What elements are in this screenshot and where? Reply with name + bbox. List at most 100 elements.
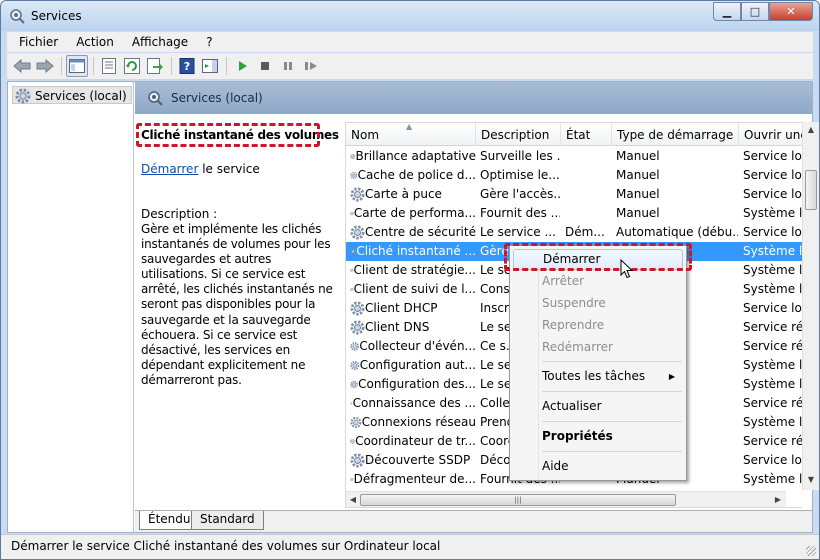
menu-fichier[interactable]: Fichier bbox=[13, 35, 64, 49]
export-list-button[interactable] bbox=[144, 55, 166, 77]
gear-icon bbox=[350, 342, 360, 351]
cell-description: Optimise le... bbox=[480, 168, 560, 182]
menu-item-reprendre[interactable]: Reprendre bbox=[513, 315, 683, 336]
gear-icon bbox=[350, 453, 365, 468]
table-row[interactable]: Carte de performa... Fournit des ... Manue… bbox=[346, 204, 802, 223]
vertical-scrollbar[interactable]: ▲ ▼ bbox=[802, 122, 819, 490]
horizontal-scrollbar[interactable]: ◀ ||| ▶ bbox=[346, 491, 786, 507]
show-pane-button[interactable] bbox=[199, 55, 221, 77]
cell-startup-type: Manuel bbox=[616, 168, 660, 182]
cell-service-name: Configuration des... bbox=[350, 375, 476, 394]
service-name-text: Connexions réseau bbox=[361, 415, 476, 429]
cell-state bbox=[565, 185, 611, 204]
stop-service-button[interactable] bbox=[254, 55, 276, 77]
menu-item-arreter[interactable]: Arrêter bbox=[513, 271, 683, 292]
menu-item-demarrer[interactable]: Démarrer bbox=[513, 249, 683, 270]
toolbar-separator bbox=[171, 57, 172, 75]
refresh-toolbar-button[interactable] bbox=[121, 55, 143, 77]
resize-grip[interactable] bbox=[806, 546, 816, 556]
menu-item-proprietes[interactable]: Propriétés bbox=[513, 426, 683, 447]
menu-action[interactable]: Action bbox=[70, 35, 120, 49]
properties-sheet-icon bbox=[102, 58, 116, 74]
scroll-down-icon[interactable]: ▼ bbox=[805, 474, 817, 486]
service-name-text: Client DHCP bbox=[365, 301, 438, 315]
menu-item-toutes-les-taches[interactable]: Toutes les tâches ▶ bbox=[513, 366, 683, 387]
cell-logon-as: Service réseau bbox=[743, 434, 802, 448]
title-bar[interactable]: Services ▁ □ ✕ bbox=[1, 1, 819, 31]
menu-help[interactable]: ? bbox=[200, 35, 218, 49]
table-row[interactable]: Cache de police d... Optimise le... Manuel… bbox=[346, 166, 802, 185]
start-service-link[interactable]: Démarrer bbox=[141, 162, 198, 176]
menu-item-redemarrer[interactable]: Redémarrer bbox=[513, 337, 683, 358]
menu-item-aide[interactable]: Aide bbox=[513, 456, 683, 477]
help-toolbar-button[interactable]: ? bbox=[176, 55, 198, 77]
cell-service-name: Client de suivi de l... bbox=[350, 280, 476, 299]
gear-icon bbox=[350, 320, 365, 335]
column-description[interactable]: Description bbox=[476, 123, 561, 146]
description-text: Gère et implémente les clichés instantan… bbox=[141, 222, 333, 387]
window-controls: ▁ □ ✕ bbox=[713, 2, 813, 22]
column-logon-as[interactable]: Ouvrir une session en tant que bbox=[739, 123, 802, 146]
minimize-button[interactable]: ▁ bbox=[713, 2, 741, 21]
scroll-left-icon[interactable]: ◀ bbox=[347, 494, 359, 506]
service-name-text: Cliché instantané ... bbox=[356, 244, 476, 258]
cell-service-name: Cache de police d... bbox=[350, 166, 476, 185]
service-name-text: Brillance adaptative bbox=[355, 149, 476, 163]
tree-item-services-local[interactable]: Services (local) bbox=[12, 86, 132, 104]
scroll-right-icon[interactable]: ▶ bbox=[772, 494, 784, 506]
gear-icon bbox=[350, 225, 365, 240]
back-button[interactable] bbox=[11, 55, 33, 77]
service-name-text: Cache de police d... bbox=[357, 168, 476, 182]
cell-logon-as: Service réseau bbox=[743, 396, 802, 410]
cell-logon-as: Service local bbox=[743, 149, 802, 163]
window-title: Services bbox=[31, 9, 82, 23]
table-row[interactable]: Brillance adaptative Surveille les ... Man… bbox=[346, 147, 802, 166]
service-name-text: Centre de sécurité bbox=[365, 225, 476, 239]
service-name-text: Découverte SSDP bbox=[365, 453, 471, 467]
cell-state bbox=[565, 166, 611, 185]
menu-item-label: Toutes les tâches bbox=[542, 369, 646, 383]
cell-logon-as: Système local bbox=[743, 263, 802, 277]
toolbar-separator bbox=[93, 57, 94, 75]
horizontal-scroll-thumb[interactable]: ||| bbox=[360, 494, 676, 506]
table-row[interactable]: Carte à puce Gère l'accès... Manuel Service… bbox=[346, 185, 802, 204]
cell-description: Le service ... bbox=[480, 225, 556, 239]
help-book-icon: ? bbox=[179, 58, 195, 74]
maximize-button[interactable]: □ bbox=[741, 2, 769, 21]
menu-separator bbox=[542, 421, 682, 422]
column-state[interactable]: État bbox=[561, 123, 612, 146]
service-name-text: Connaissance des ... bbox=[352, 396, 476, 410]
gear-icon bbox=[350, 380, 358, 389]
close-button[interactable]: ✕ bbox=[769, 2, 813, 21]
menu-affichage[interactable]: Affichage bbox=[126, 35, 194, 49]
cell-logon-as: Système local bbox=[743, 472, 802, 486]
tab-standard[interactable]: Standard bbox=[191, 511, 264, 530]
cell-logon-as: Système local bbox=[743, 206, 802, 220]
refresh-icon bbox=[124, 58, 140, 74]
cell-service-name: Cliché instantané ... bbox=[350, 242, 476, 261]
column-startup-type[interactable]: Type de démarrage bbox=[612, 123, 739, 146]
stop-icon bbox=[261, 62, 269, 70]
console-tree-button[interactable] bbox=[66, 55, 88, 77]
cell-logon-as: Système local bbox=[743, 244, 802, 258]
restart-service-button[interactable] bbox=[300, 55, 322, 77]
play-icon bbox=[239, 61, 247, 71]
service-name-text: Client DNS bbox=[365, 320, 430, 334]
services-app-icon bbox=[10, 9, 25, 24]
table-row[interactable]: Centre de sécurité Le service ... Dém... Au… bbox=[346, 223, 802, 242]
forward-button[interactable] bbox=[34, 55, 56, 77]
scroll-up-icon[interactable]: ▲ bbox=[805, 124, 817, 136]
vertical-scroll-thumb[interactable] bbox=[805, 170, 817, 210]
cell-logon-as: Service réseau bbox=[743, 320, 802, 334]
menu-item-actualiser[interactable]: Actualiser bbox=[513, 396, 683, 417]
properties-toolbar-button[interactable] bbox=[98, 55, 120, 77]
start-service-button[interactable] bbox=[231, 55, 253, 77]
cell-logon-as: Service local bbox=[743, 168, 802, 182]
extended-description-pane: Cliché instantané des volumes Démarrer l… bbox=[135, 114, 345, 508]
pause-icon bbox=[284, 62, 292, 70]
pause-service-button[interactable] bbox=[277, 55, 299, 77]
cell-service-name: Carte à puce bbox=[350, 185, 476, 204]
menu-item-suspendre[interactable]: Suspendre bbox=[513, 293, 683, 314]
column-name[interactable]: ▲ Nom bbox=[346, 123, 476, 146]
menu-separator bbox=[542, 391, 682, 392]
